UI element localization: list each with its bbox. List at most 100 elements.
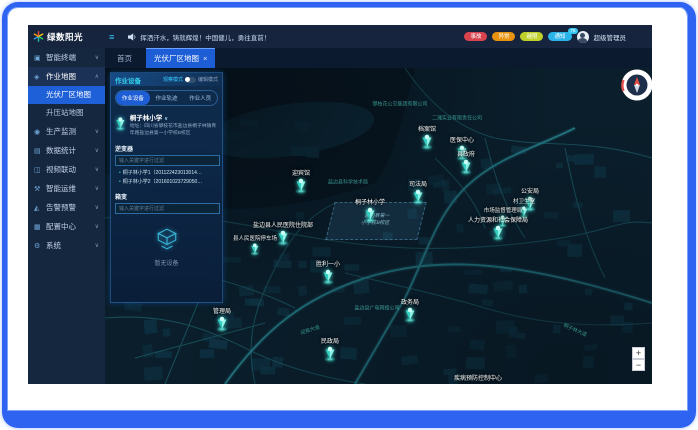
road-label: 盐边县广电网络公司 [354,305,399,312]
marker-label: 民政局 [321,339,339,346]
sidebar-item-video[interactable]: ◫视频联动∨ [28,160,105,179]
beacon-icon[interactable] [421,134,433,150]
speaker-icon [128,33,136,41]
section-label: 逆变器 [111,139,222,155]
sidebar-item-stats[interactable]: ▤数据统计∨ [28,141,105,160]
map-marker[interactable]: 疾病预防控制中心 [454,376,502,383]
chevron-icon: ∨ [95,223,99,230]
chevron-down-icon: ∨ [164,116,168,122]
road-label: 二滩实业有限责任公司 [432,115,482,122]
beacon-icon[interactable] [412,189,424,205]
monitor-icon: ◉ [34,128,43,136]
marker-label: 政务局 [401,300,419,307]
map-marker[interactable]: 桐子林小学 [355,200,385,223]
mode-toggle[interactable] [185,77,196,83]
device-list-item[interactable]: •桐子林小学2（201601023729050… [119,178,218,187]
stats-icon: ▤ [34,147,43,155]
zoom-in-button[interactable]: + [632,347,645,359]
alert-icon: ◭ [34,204,43,212]
sidebar-item-map[interactable]: ◈作业地图∧ [28,67,105,86]
terminal-icon: ▣ [34,54,43,62]
config-icon: ▦ [34,223,43,231]
panel-tab[interactable]: 作业人员 [183,91,217,105]
device-list-item[interactable]: •桐子林小学1（201122423013014… [119,169,218,178]
chevron-icon: ∨ [95,128,99,135]
map-marker[interactable]: 县政府 [457,152,475,175]
announcement-bar: 挥洒汗水，铸就辉煌！中国健儿，勇往直前！ [128,32,270,42]
logo: 绿数阳光 [28,31,105,43]
sidebar-subitem[interactable]: 升压站地图 [28,104,105,122]
header-right: 事故异常越限通知75 超级管理员 [464,25,626,48]
filter-input[interactable] [115,203,220,214]
station-select[interactable]: 桐子林小学 ∨ [130,112,218,122]
tab-bar: 首页光伏厂区地图× [105,48,652,68]
mode-edit-label[interactable]: 编辑模式 [198,76,218,83]
map-canvas[interactable]: 盐边县第一 小学校B校区 攀枝花公交集团有限公司二滩实业有限责任公司盐边县科学技… [105,68,652,384]
marker-label: 迎宾馆 [292,171,310,178]
app-title: 绿数阳光 [47,31,83,43]
marker-label: 疾病预防控制中心 [454,376,502,383]
map-marker[interactable]: 人力资源和社会保障局 [468,218,528,241]
map-marker[interactable]: 管理局 [213,309,231,332]
map-marker[interactable]: 司法局 [409,182,427,205]
panel-header: 作业设备 观察模式 编辑模式 [111,73,222,86]
sidebar-item-alert[interactable]: ◭告警预警∨ [28,198,105,217]
panel-tab[interactable]: 作业轨迹 [150,91,184,105]
announcement-text: 挥洒汗水，铸就辉煌！中国健儿，勇往直前！ [140,32,270,42]
map-zoom-control: + − [632,347,645,371]
beacon-icon[interactable] [250,243,260,256]
mode-switch: 观察模式 编辑模式 [163,76,218,83]
filter-input[interactable] [115,155,220,166]
sidebar-item-monitor[interactable]: ◉生产监测∨ [28,122,105,141]
marker-label: 司法局 [409,182,427,189]
marker-label: 人力资源和社会保障局 [468,218,528,225]
beacon-icon[interactable] [277,230,289,246]
panel-tab[interactable]: 作业设备 [116,91,150,105]
sidebar-item-gear[interactable]: ⚙系统∨ [28,236,105,255]
map-marker[interactable]: 迎宾馆 [292,171,310,194]
app-window: 绿数阳光 ≡ 挥洒汗水，铸就辉煌！中国健儿，勇往直前！ 事故异常越限通知75 超… [28,25,652,384]
beacon-icon[interactable] [216,316,228,332]
road-label: 盐边县科学技术局 [328,179,368,186]
section-label: 箱变 [111,187,222,203]
beacon-icon[interactable] [364,207,376,223]
page-tab[interactable]: 光伏厂区地图× [146,48,215,68]
sidebar-item-terminal[interactable]: ▣智能终端∨ [28,48,105,67]
sidebar-item-ops[interactable]: ⚒智能运维∨ [28,179,105,198]
avatar[interactable] [577,31,589,43]
alarm-badge[interactable]: 异常 [492,32,515,41]
page-tab[interactable]: 首页 [113,49,136,68]
map-marker[interactable]: 档案馆 [418,127,436,150]
sidebar-collapse-icon[interactable]: ≡ [109,32,114,42]
alarm-badge[interactable]: 通知75 [548,32,571,41]
sidebar-item-config[interactable]: ▦配置中心∨ [28,217,105,236]
alarm-badge[interactable]: 事故 [464,32,487,41]
sidebar-subitem[interactable]: 光伏厂区地图 [28,86,105,104]
chevron-icon: ∧ [95,73,99,80]
beacon-icon[interactable] [322,269,334,285]
marker-label: 档案馆 [418,127,436,134]
user-name: 超级管理员 [594,32,627,42]
video-icon: ◫ [34,166,43,174]
marker-label: 村卫生室 [513,199,535,206]
chevron-icon: ∨ [95,185,99,192]
zoom-out-button[interactable]: − [632,359,645,371]
beacon-icon[interactable] [324,346,336,362]
badge-count: 75 [568,28,577,34]
map-marker[interactable]: 胜利一小 [316,262,340,285]
alarm-badge[interactable]: 越限 [520,32,543,41]
beacon-icon[interactable] [295,178,307,194]
compass-control[interactable] [620,68,654,102]
map-marker[interactable]: 政务局 [401,300,419,323]
station-block: 桐子林小学 ∨ 地址：四川省攀枝花市盐边县桐子林镇青年路盐边县第一小学校B校区 [111,106,222,139]
close-icon[interactable]: × [203,54,207,63]
beacon-icon[interactable] [492,225,504,241]
marker-label: 县政府 [457,152,475,159]
mode-observe-label[interactable]: 观察模式 [163,76,183,83]
map-marker[interactable]: 民政局 [321,339,339,362]
beacon-icon[interactable] [404,307,416,323]
marker-label: 公安局 [521,189,539,196]
chevron-icon: ∨ [95,147,99,154]
map-marker[interactable]: 县人民医院停车场 [233,236,277,256]
beacon-icon[interactable] [460,159,472,175]
